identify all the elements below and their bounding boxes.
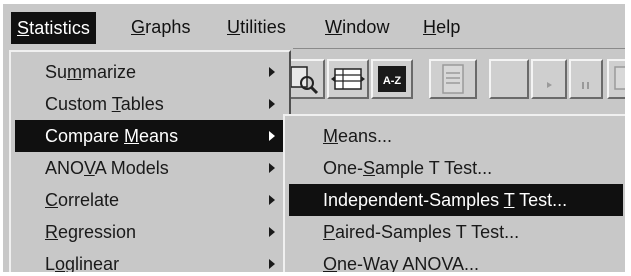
submenu-item-means[interactable]: Means... (289, 120, 623, 152)
sort-az-label: A-Z (383, 75, 402, 87)
submenu-item-label: Paired-Samples T Test... (323, 222, 520, 242)
menu-label-post: tatistics (29, 18, 91, 38)
submenu-arrow-icon (269, 227, 275, 237)
menu-label-post: raphs (145, 17, 191, 37)
submenu-item-one-way-anova[interactable]: One-Way ANOVA... (289, 248, 623, 272)
menu-item-label: Summarize (45, 62, 137, 82)
menu-item-summarize[interactable]: Summarize (15, 56, 287, 88)
submenu-item-one-sample-t-test[interactable]: One-Sample T Test... (289, 152, 623, 184)
menu-bar: Statistics Graphs Utilities Window Help (3, 4, 625, 48)
menu-item-custom-tables[interactable]: Custom Tables (15, 88, 287, 120)
menu-item-label: Correlate (45, 190, 120, 210)
menu-label-post: tilities (240, 17, 286, 37)
menu-label-post: indow (342, 17, 390, 37)
menu-mnemonic: S (17, 18, 30, 38)
menu-item-label: Loglinear (45, 254, 120, 272)
toolbar: A-Z (285, 53, 625, 107)
insert-button[interactable] (607, 59, 625, 99)
application-window: Statistics Graphs Utilities Window Help (3, 4, 625, 272)
submenu-arrow-icon (269, 259, 275, 269)
menu-item-compare-means[interactable]: Compare Means (15, 120, 287, 152)
menu-item-label: Regression (45, 222, 137, 242)
menu-item-regression[interactable]: Regression (15, 216, 287, 248)
blank-button[interactable] (489, 59, 529, 99)
menu-utilities[interactable]: Utilities (227, 10, 286, 44)
menu-statistics[interactable]: Statistics (11, 12, 97, 44)
submenu-arrow-icon (269, 131, 275, 141)
sort-az-button[interactable]: A-Z (371, 59, 413, 99)
submenu-arrow-icon (269, 67, 275, 77)
submenu-arrow-icon (269, 163, 275, 173)
compare-means-submenu: Means... One-Sample T Test... Independen… (283, 114, 625, 272)
menu-item-label: Custom Tables (45, 94, 164, 114)
menu-mnemonic: G (131, 17, 146, 37)
menu-mnemonic: U (227, 17, 241, 37)
menu-item-loglinear[interactable]: Loglinear (15, 248, 287, 272)
submenu-item-label: Independent-Samples T Test... (323, 190, 568, 210)
menubar-divider (293, 48, 625, 49)
menu-graphs[interactable]: Graphs (131, 10, 191, 44)
menu-item-anova-models[interactable]: ANOVA Models (15, 152, 287, 184)
submenu-item-label: One-Sample T Test... (323, 158, 493, 178)
document-button[interactable] (429, 59, 477, 99)
statistics-menu: Summarize Custom Tables Compare Means AN… (9, 50, 291, 272)
submenu-item-label: One-Way ANOVA... (323, 254, 480, 272)
menu-help[interactable]: Help (423, 10, 460, 44)
menu-window[interactable]: Window (325, 10, 390, 44)
submenu-arrow-icon (269, 195, 275, 205)
menu-item-correlate[interactable]: Correlate (15, 184, 287, 216)
menu-mnemonic: W (325, 17, 343, 37)
submenu-item-independent-samples-t-test[interactable]: Independent-Samples T Test... (289, 184, 623, 216)
find-button[interactable] (285, 59, 325, 99)
menu-item-label: Compare Means (45, 126, 179, 146)
value-labels-button[interactable] (327, 59, 369, 99)
submenu-item-label: Means... (323, 126, 393, 146)
submenu-item-paired-samples-t-test[interactable]: Paired-Samples T Test... (289, 216, 623, 248)
menu-item-label: ANOVA Models (45, 158, 169, 178)
menu-mnemonic: H (423, 17, 437, 37)
play-button[interactable] (531, 59, 567, 99)
menu-label-post: elp (436, 17, 461, 37)
submenu-arrow-icon (269, 99, 275, 109)
pause-button[interactable] (569, 59, 603, 99)
